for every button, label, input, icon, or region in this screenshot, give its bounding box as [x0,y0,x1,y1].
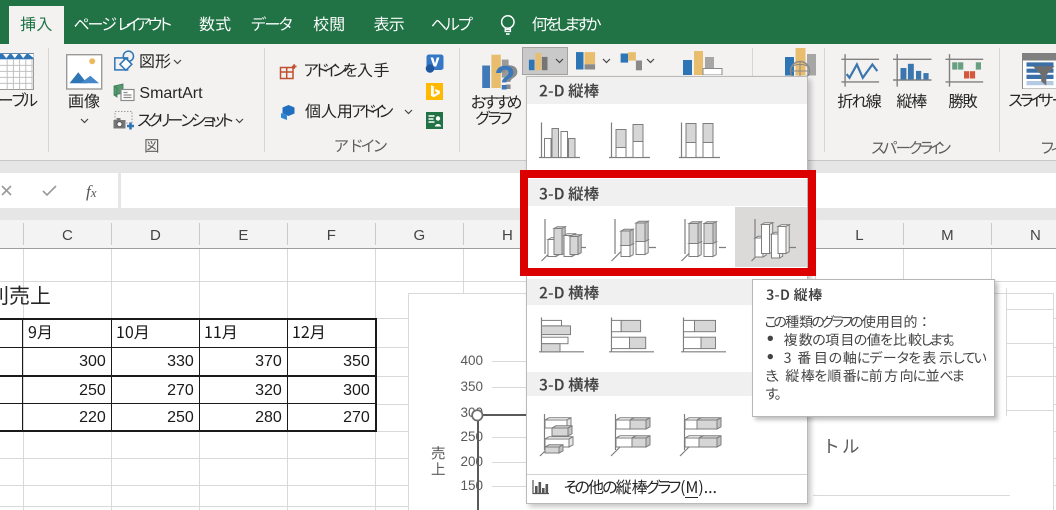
svg-text:?: ? [495,60,516,94]
